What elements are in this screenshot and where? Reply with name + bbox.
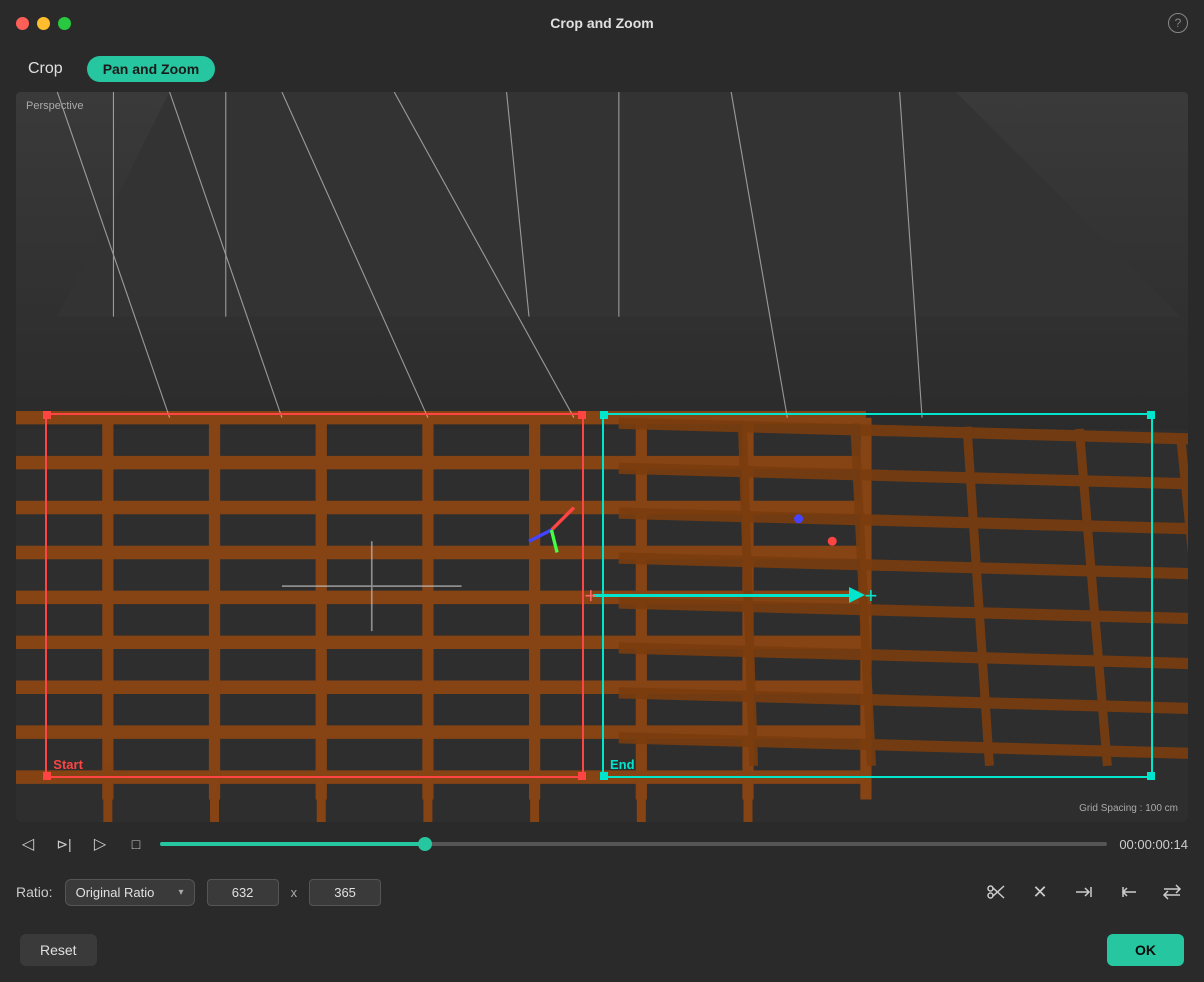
end-corner-tl[interactable] bbox=[600, 411, 608, 419]
canvas-bg: Perspective Grid Spacing : 100 cm Start … bbox=[16, 92, 1188, 822]
transport-bar: ◁ ⊳| ▷ □ 00:00:00:14 bbox=[0, 822, 1204, 866]
remove-icon[interactable]: ✕ bbox=[1024, 876, 1056, 908]
tab-pan-zoom[interactable]: Pan and Zoom bbox=[87, 56, 215, 82]
play-button[interactable]: ▷ bbox=[88, 832, 112, 856]
start-corner-bl[interactable] bbox=[43, 772, 51, 780]
dimension-separator: x bbox=[291, 885, 298, 900]
end-corner-bl[interactable] bbox=[600, 772, 608, 780]
minimize-button[interactable] bbox=[37, 17, 50, 30]
play-from-start-button[interactable]: ⊳| bbox=[52, 832, 76, 856]
timeline-thumb[interactable] bbox=[418, 837, 432, 851]
window-title: Crop and Zoom bbox=[550, 15, 653, 31]
crop-start-box[interactable]: Start bbox=[45, 413, 584, 778]
tabs-bar: Crop Pan and Zoom bbox=[0, 46, 1204, 92]
timeline-track[interactable] bbox=[160, 842, 1107, 846]
height-input[interactable] bbox=[309, 879, 381, 906]
scissors-icon[interactable] bbox=[980, 876, 1012, 908]
perspective-label: Perspective bbox=[26, 100, 83, 112]
ratio-bar: Ratio: Original Ratio ▾ x ✕ bbox=[0, 866, 1204, 918]
arrow-left-bar-icon[interactable] bbox=[1112, 876, 1144, 908]
timeline-filled bbox=[160, 842, 425, 846]
ratio-select[interactable]: Original Ratio ▾ bbox=[65, 879, 195, 906]
maximize-button[interactable] bbox=[58, 17, 71, 30]
start-corner-tr[interactable] bbox=[578, 411, 586, 419]
action-bar: Reset OK bbox=[0, 918, 1204, 982]
width-input[interactable] bbox=[207, 879, 279, 906]
ratio-selected-value: Original Ratio bbox=[76, 885, 155, 900]
window-controls bbox=[16, 17, 71, 30]
ok-button[interactable]: OK bbox=[1107, 934, 1184, 966]
close-button[interactable] bbox=[16, 17, 29, 30]
start-corner-br[interactable] bbox=[578, 772, 586, 780]
chevron-down-icon: ▾ bbox=[179, 887, 184, 898]
timecode: 00:00:00:14 bbox=[1119, 837, 1188, 852]
pan-zoom-arrow: + + bbox=[584, 583, 877, 609]
tab-crop[interactable]: Crop bbox=[20, 56, 71, 82]
reset-button[interactable]: Reset bbox=[20, 934, 97, 966]
prev-frame-button[interactable]: ◁ bbox=[16, 832, 40, 856]
arrow-right-bar-icon[interactable] bbox=[1068, 876, 1100, 908]
ratio-label: Ratio: bbox=[16, 884, 53, 900]
video-area: Perspective Grid Spacing : 100 cm Start … bbox=[16, 92, 1188, 822]
start-label: Start bbox=[53, 757, 83, 772]
start-corner-tl[interactable] bbox=[43, 411, 51, 419]
grid-spacing-label: Grid Spacing : 100 cm bbox=[1079, 803, 1178, 814]
swap-icon[interactable] bbox=[1156, 876, 1188, 908]
stop-button[interactable]: □ bbox=[124, 832, 148, 856]
titlebar: Crop and Zoom ? bbox=[0, 0, 1204, 46]
end-label: End bbox=[610, 757, 635, 772]
help-icon[interactable]: ? bbox=[1168, 13, 1188, 33]
end-corner-br[interactable] bbox=[1147, 772, 1155, 780]
end-corner-tr[interactable] bbox=[1147, 411, 1155, 419]
